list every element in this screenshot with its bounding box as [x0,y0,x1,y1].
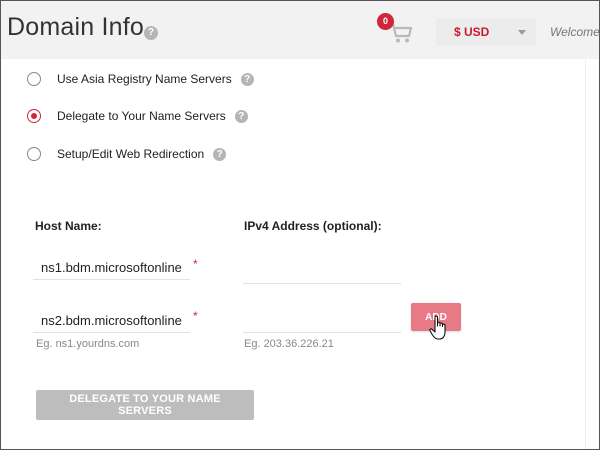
chevron-down-icon [518,30,526,35]
host-name-hint: Eg. ns1.yourdns.com [36,338,140,350]
currency-label: $ USD [454,25,490,39]
delegate-name-servers-button[interactable]: DELEGATE TO YOUR NAME SERVERS [36,390,254,420]
page-title: Domain Info [7,13,144,41]
ipv4-field-2[interactable] [243,309,401,333]
host-name-field-1[interactable] [33,256,190,280]
radio-label: Delegate to Your Name Servers [57,109,226,123]
radio-asia-registry[interactable] [27,72,41,86]
required-mark: * [193,257,198,271]
ipv4-hint: Eg. 203.36.226.21 [244,338,334,350]
hand-cursor-icon [429,315,446,340]
help-icon[interactable]: ? [213,147,227,161]
host-name-header: Host Name: [35,219,102,233]
currency-select[interactable]: $ USD [436,18,536,46]
ipv4-field-1[interactable] [243,260,401,284]
cart-count-badge: 0 [377,13,394,30]
page-header: Domain Info ? 0 $ USD Welcome l [1,1,599,59]
help-icon[interactable]: ? [234,109,248,123]
help-icon[interactable]: ? [144,26,158,40]
host-name-field-2[interactable] [33,309,190,333]
welcome-label: Welcome [550,25,600,39]
option-delegate-name-servers[interactable]: Delegate to Your Name Servers ? [27,107,248,125]
option-asia-registry[interactable]: Use Asia Registry Name Servers ? [27,70,254,88]
radio-label: Setup/Edit Web Redirection [57,147,205,161]
radio-delegate-name-servers[interactable] [27,109,41,123]
ipv4-header: IPv4 Address (optional): [244,219,382,233]
required-mark: * [193,309,198,323]
window-frame: Domain Info ? 0 $ USD Welcome l Use Asia… [0,0,600,450]
help-icon[interactable]: ? [240,72,254,86]
domain-info-panel: Use Asia Registry Name Servers ? Delegat… [3,59,586,449]
welcome-text: Welcome l [550,25,600,39]
radio-web-redirection[interactable] [27,147,41,161]
option-web-redirection[interactable]: Setup/Edit Web Redirection ? [27,145,227,163]
radio-label: Use Asia Registry Name Servers [57,72,232,86]
